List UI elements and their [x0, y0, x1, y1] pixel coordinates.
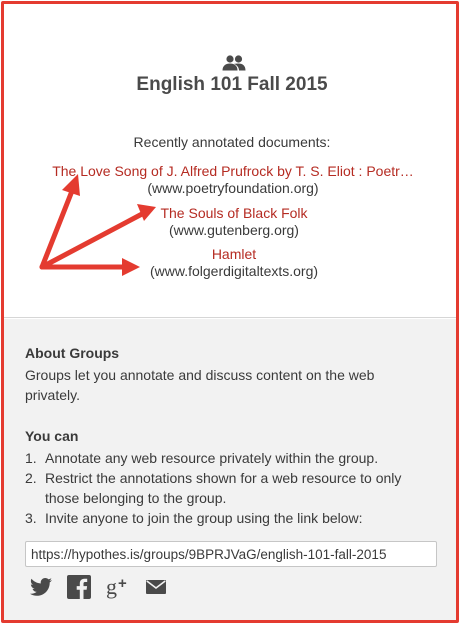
list-item-number: 3. — [25, 510, 37, 526]
list-item: 1. Annotate any web resource privately w… — [25, 448, 430, 468]
about-groups-section: About Groups Groups let you annotate and… — [4, 319, 456, 620]
document-domain: (www.gutenberg.org) — [169, 222, 299, 238]
list-item-text: Restrict the annotations shown for a web… — [45, 470, 402, 506]
group-invite-link-field[interactable] — [25, 541, 437, 567]
you-can-heading: You can — [25, 428, 79, 444]
google-plus-icon: g + — [106, 575, 127, 599]
arrow-to-doc1 — [39, 188, 75, 270]
google-plus-share-button[interactable]: g + — [106, 575, 130, 599]
svg-text:+: + — [118, 575, 127, 592]
list-item: 2. Restrict the annotations shown for a … — [25, 468, 430, 508]
group-header-section: English 101 Fall 2015 Recently annotated… — [4, 4, 456, 318]
list-item-number: 2. — [25, 470, 37, 486]
document-domain: (www.poetryfoundation.org) — [147, 180, 319, 196]
document-link[interactable]: The Love Song of J. Alfred Prufrock by T… — [46, 163, 420, 180]
facebook-share-button[interactable] — [67, 575, 91, 599]
list-item-number: 1. — [25, 450, 37, 466]
facebook-icon — [67, 575, 91, 599]
document-item: The Love Song of J. Alfred Prufrock by T… — [46, 163, 420, 197]
recently-annotated-heading: Recently annotated documents: — [133, 134, 331, 150]
group-name: English 101 Fall 2015 — [136, 74, 328, 95]
about-groups-text: Groups let you annotate and discuss cont… — [25, 367, 375, 403]
email-icon — [146, 580, 166, 594]
document-link[interactable]: The Souls of Black Folk — [144, 205, 324, 222]
you-can-list: 1. Annotate any web resource privately w… — [25, 448, 430, 528]
twitter-icon — [30, 578, 52, 596]
svg-text:g: g — [106, 575, 117, 599]
arrow-to-doc2 — [39, 211, 145, 270]
twitter-share-button[interactable] — [29, 575, 53, 599]
list-item-text: Invite anyone to join the group using th… — [45, 510, 363, 526]
group-users-icon — [222, 55, 246, 71]
group-page-frame: English 101 Fall 2015 Recently annotated… — [1, 1, 459, 623]
email-share-button[interactable] — [144, 575, 168, 599]
document-domain: (www.folgerdigitaltexts.org) — [149, 263, 319, 279]
about-groups-heading: About Groups — [25, 345, 120, 361]
document-item: The Souls of Black Folk (www.gutenberg.o… — [144, 205, 324, 239]
document-item: Hamlet (www.folgerdigitaltexts.org) — [134, 246, 334, 280]
list-item: 3. Invite anyone to join the group using… — [25, 508, 430, 528]
list-item-text: Annotate any web resource privately with… — [45, 450, 379, 466]
document-link[interactable]: Hamlet — [134, 246, 334, 263]
